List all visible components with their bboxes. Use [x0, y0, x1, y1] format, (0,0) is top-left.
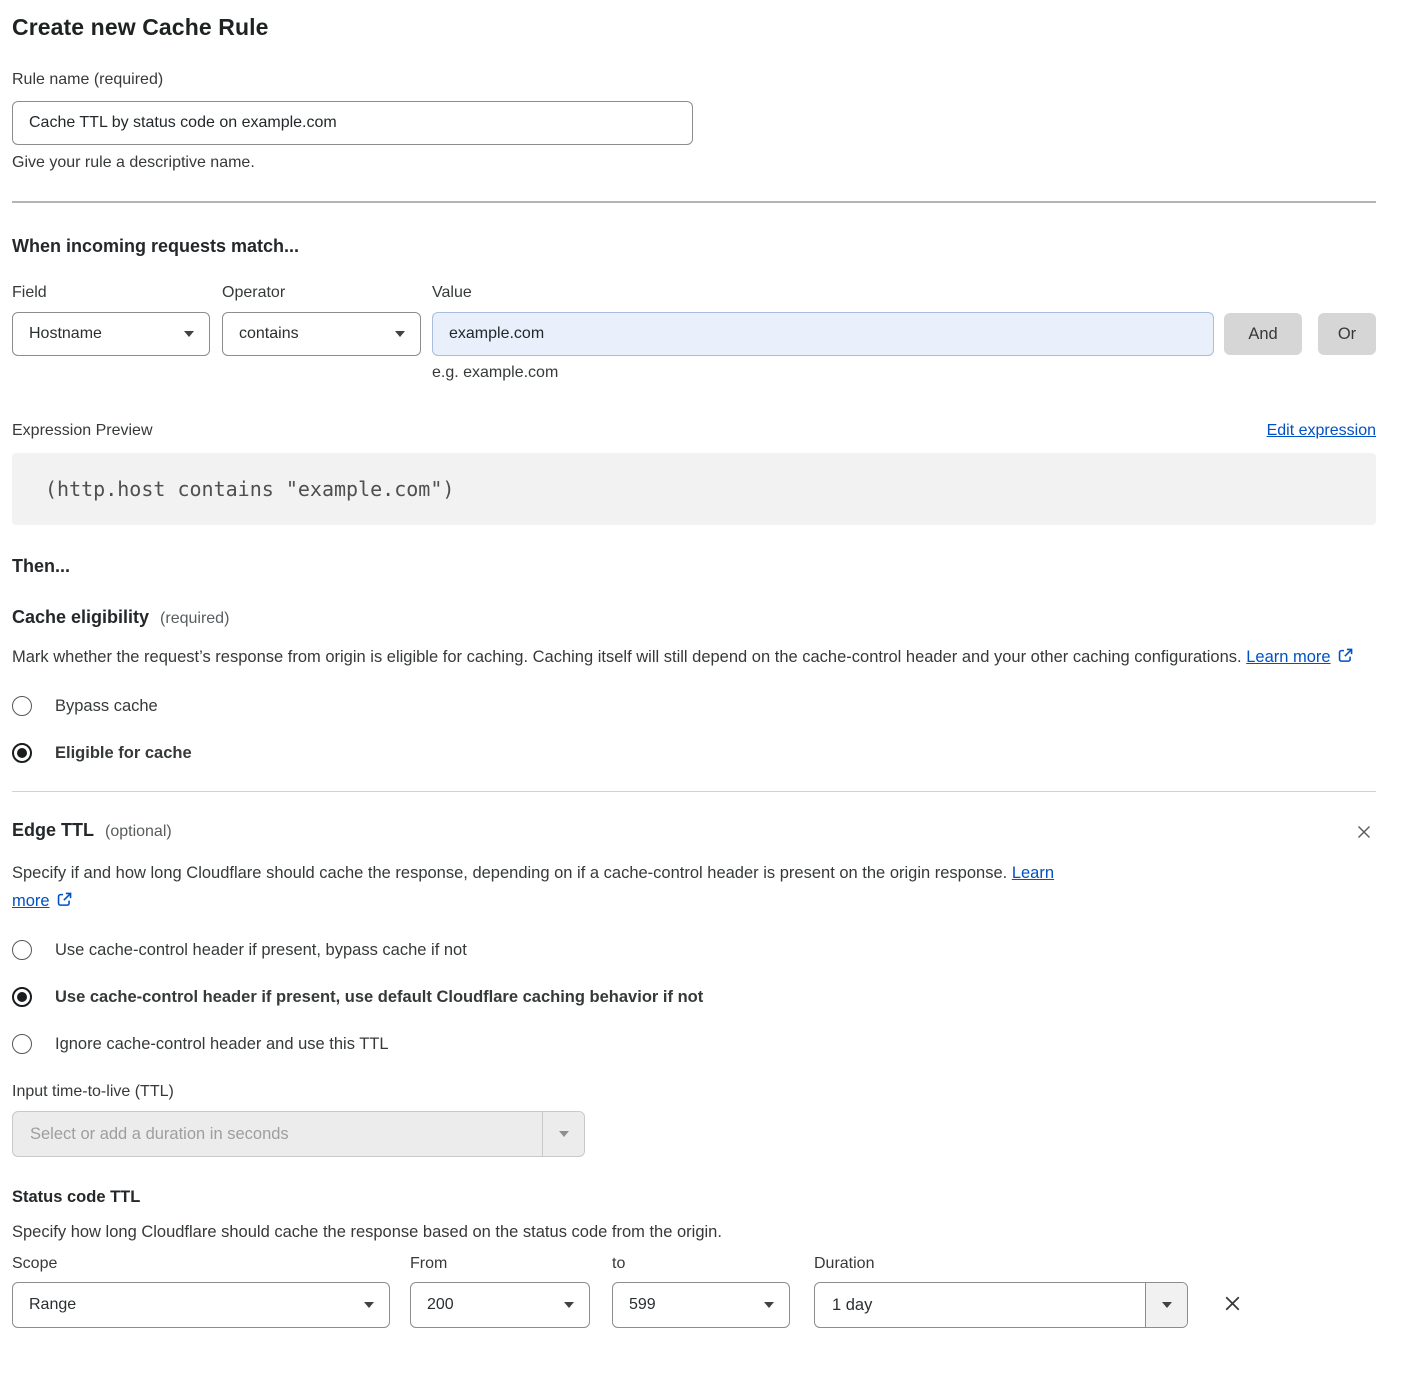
operator-select[interactable]: contains — [222, 312, 421, 356]
ttl-duration-placeholder: Select or add a duration in seconds — [13, 1112, 542, 1156]
from-select[interactable]: 200 — [410, 1282, 590, 1328]
chevron-down-icon — [395, 331, 405, 337]
chevron-down-icon — [1162, 1302, 1172, 1308]
edge-ttl-options: Use cache-control header if present, byp… — [12, 940, 1376, 1054]
ttl-duration-select[interactable]: Select or add a duration in seconds — [12, 1111, 585, 1157]
edge-ttl-option-ignore[interactable]: Ignore cache-control header and use this… — [12, 1034, 1376, 1054]
eligible-for-cache-label: Eligible for cache — [55, 744, 192, 763]
match-expression-row: Field Hostname Operator contains Value A… — [12, 284, 1376, 356]
status-code-ttl-description: Specify how long Cloudflare should cache… — [12, 1223, 1376, 1242]
from-label: From — [410, 1255, 590, 1273]
chevron-down-icon — [364, 1302, 374, 1308]
cache-eligibility-description: Mark whether the request’s response from… — [12, 643, 1357, 671]
scope-label: Scope — [12, 1255, 390, 1273]
close-icon — [1354, 822, 1374, 842]
scope-select[interactable]: Range — [12, 1282, 390, 1328]
to-select[interactable]: 599 — [612, 1282, 790, 1328]
status-code-ttl-row: Scope Range From 200 to 599 Duration 1 d… — [12, 1255, 1376, 1328]
field-select[interactable]: Hostname — [12, 312, 210, 356]
ttl-input-label: Input time-to-live (TTL) — [12, 1083, 1376, 1101]
expression-preview-code: (http.host contains "example.com") — [12, 453, 1376, 525]
edge-ttl-option-bypass-label: Use cache-control header if present, byp… — [55, 941, 467, 960]
cache-eligibility-options: Bypass cache Eligible for cache — [12, 696, 1376, 763]
bypass-cache-option[interactable]: Bypass cache — [12, 696, 1376, 716]
remove-status-ttl-button[interactable] — [1219, 1290, 1246, 1317]
edge-ttl-option-default[interactable]: Use cache-control header if present, use… — [12, 987, 1376, 1007]
edge-ttl-option-bypass[interactable]: Use cache-control header if present, byp… — [12, 940, 1376, 960]
value-input[interactable] — [432, 312, 1214, 356]
duration-select-value: 1 day — [815, 1283, 1145, 1327]
scope-select-value: Range — [29, 1296, 76, 1314]
edge-ttl-close-button[interactable] — [1352, 820, 1376, 844]
cache-eligibility-description-text: Mark whether the request’s response from… — [12, 648, 1242, 666]
to-select-value: 599 — [629, 1296, 656, 1314]
bypass-cache-label: Bypass cache — [55, 697, 158, 716]
cache-eligibility-heading: Cache eligibility — [12, 607, 149, 628]
chevron-down-icon — [764, 1302, 774, 1308]
radio-unselected-icon[interactable] — [12, 1034, 32, 1054]
edge-ttl-heading: Edge TTL — [12, 820, 94, 841]
cache-eligibility-learn-more-link[interactable]: Learn more — [1246, 648, 1330, 666]
rule-name-input[interactable] — [12, 101, 693, 145]
edge-ttl-option-default-label: Use cache-control header if present, use… — [55, 988, 703, 1007]
chevron-down-icon — [564, 1302, 574, 1308]
section-divider — [12, 201, 1376, 203]
rule-name-label: Rule name (required) — [12, 71, 1376, 89]
radio-selected-icon[interactable] — [12, 987, 32, 1007]
status-code-ttl-heading: Status code TTL — [12, 1188, 1376, 1207]
radio-selected-icon[interactable] — [12, 743, 32, 763]
operator-label: Operator — [222, 284, 421, 302]
operator-select-value: contains — [239, 325, 299, 343]
chevron-down-icon — [184, 331, 194, 337]
or-button[interactable]: Or — [1318, 313, 1376, 355]
duration-dropdown-button[interactable] — [1145, 1283, 1187, 1327]
from-select-value: 200 — [427, 1296, 454, 1314]
create-cache-rule-form: Create new Cache Rule Rule name (require… — [0, 0, 1412, 1356]
eligible-for-cache-option[interactable]: Eligible for cache — [12, 743, 1376, 763]
to-label: to — [612, 1255, 790, 1273]
duration-label: Duration — [814, 1255, 1188, 1273]
radio-unselected-icon[interactable] — [12, 940, 32, 960]
and-button[interactable]: And — [1224, 313, 1302, 355]
edge-ttl-optional-badge: (optional) — [105, 823, 172, 841]
edge-ttl-option-ignore-label: Ignore cache-control header and use this… — [55, 1035, 389, 1054]
match-heading: When incoming requests match... — [12, 236, 1376, 257]
section-divider — [12, 791, 1376, 792]
then-heading: Then... — [12, 556, 1376, 577]
edit-expression-link[interactable]: Edit expression — [1267, 422, 1376, 440]
expression-preview-label: Expression Preview — [12, 422, 153, 440]
close-icon — [1221, 1292, 1244, 1315]
rule-name-helper: Give your rule a descriptive name. — [12, 154, 1376, 172]
external-link-icon — [56, 891, 73, 908]
duration-select[interactable]: 1 day — [814, 1282, 1188, 1328]
value-label: Value — [432, 284, 1214, 302]
field-label: Field — [12, 284, 210, 302]
field-select-value: Hostname — [29, 325, 102, 343]
value-helper: e.g. example.com — [432, 364, 1376, 382]
edge-ttl-description-text: Specify if and how long Cloudflare shoul… — [12, 864, 1007, 882]
chevron-down-icon — [559, 1131, 569, 1137]
radio-unselected-icon[interactable] — [12, 696, 32, 716]
edge-ttl-description: Specify if and how long Cloudflare shoul… — [12, 859, 1092, 915]
cache-eligibility-required-badge: (required) — [160, 610, 229, 628]
external-link-icon — [1337, 647, 1354, 664]
page-title: Create new Cache Rule — [12, 14, 1376, 41]
ttl-duration-dropdown-button[interactable] — [542, 1112, 584, 1156]
